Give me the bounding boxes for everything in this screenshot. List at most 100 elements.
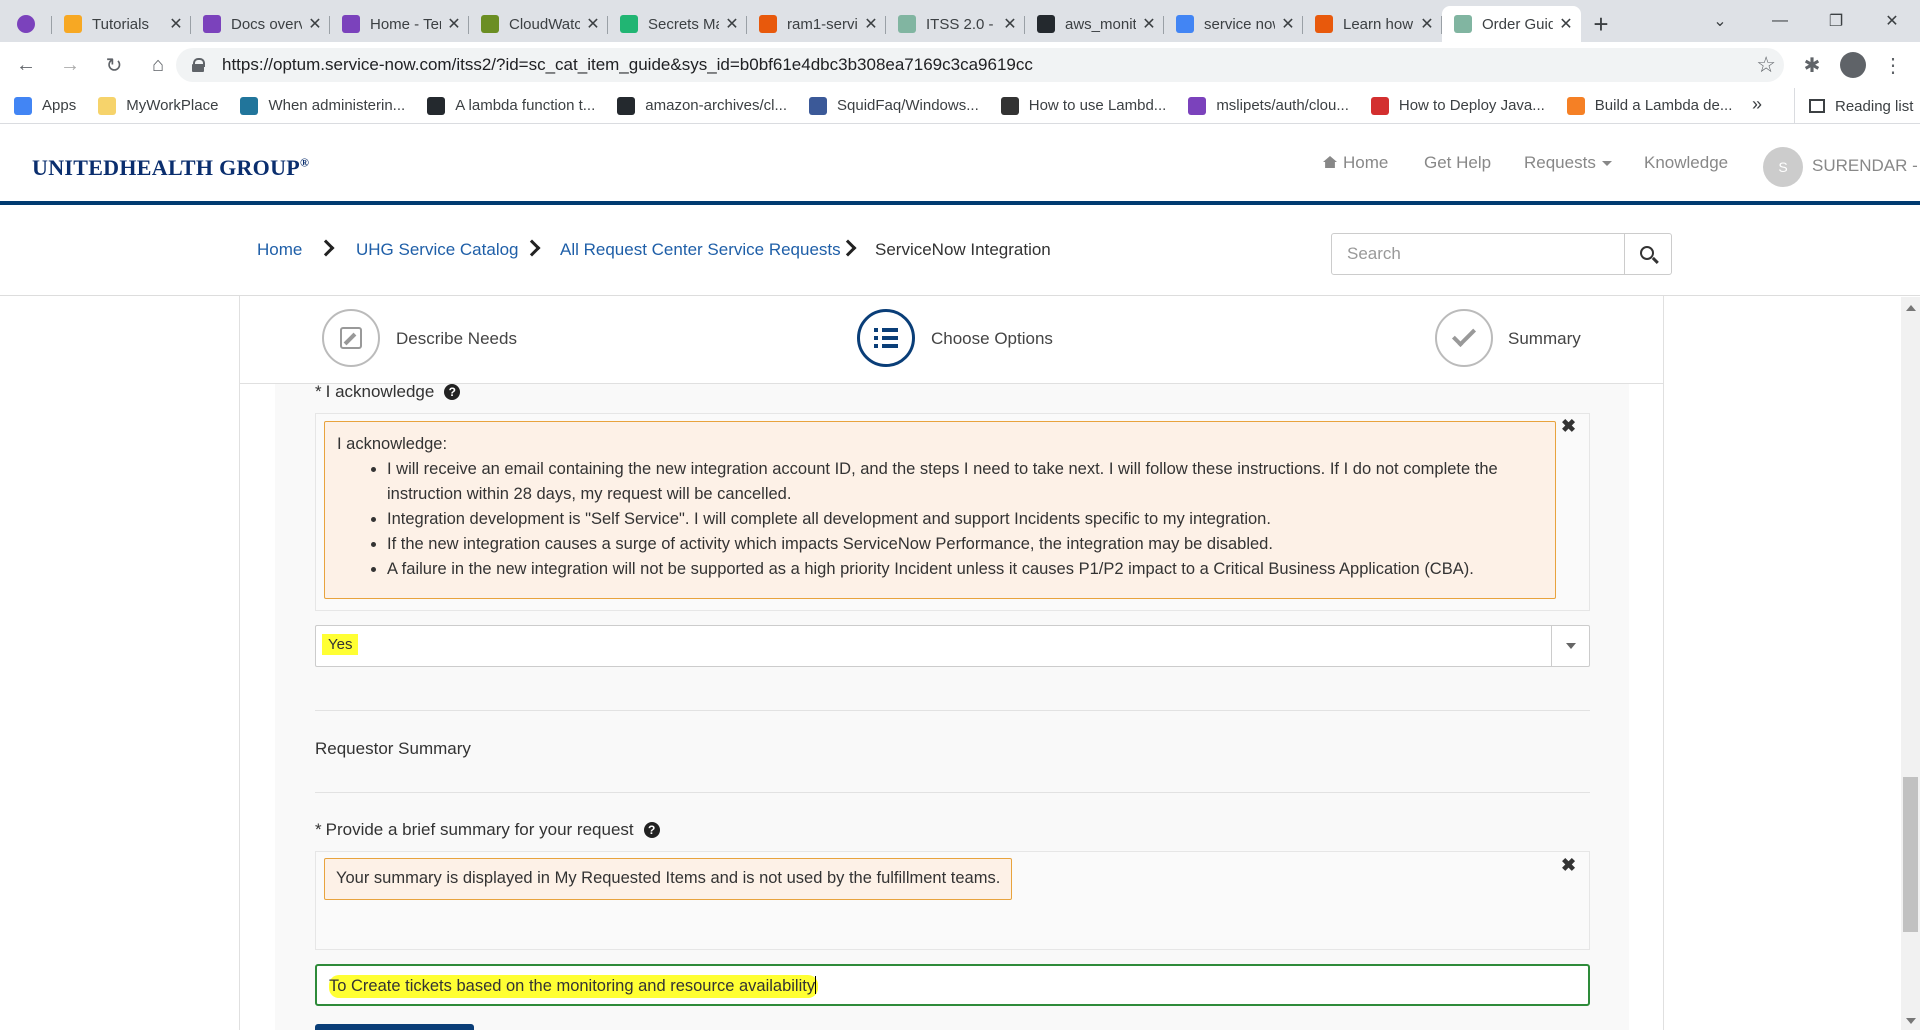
browser-tab[interactable]: service now ✕: [1164, 6, 1303, 42]
scroll-down-arrow-icon[interactable]: [1906, 1018, 1916, 1024]
close-icon[interactable]: ✖: [1561, 855, 1576, 876]
bookmark-item[interactable]: How to use Lambd...: [1000, 92, 1166, 120]
menu-icon[interactable]: ⋮: [1876, 48, 1910, 82]
browser-tab[interactable]: CloudWatch ✕: [469, 6, 608, 42]
bookmark-item[interactable]: MyWorkPlace: [98, 92, 218, 120]
bookmark-item[interactable]: Apps: [14, 92, 76, 120]
help-icon[interactable]: ?: [444, 384, 461, 400]
user-avatar[interactable]: S: [1763, 147, 1803, 187]
address-bar[interactable]: https://optum.service-now.com/itss2/?id=…: [176, 48, 1784, 82]
summary-field-label: * Provide a brief summary for your reques…: [315, 820, 660, 840]
url-text: https://optum.service-now.com/itss2/?id=…: [222, 55, 1033, 74]
next-button[interactable]: [315, 1024, 474, 1030]
close-tab-icon[interactable]: ✕: [447, 14, 461, 34]
search-button[interactable]: [1624, 233, 1672, 275]
divider: [315, 710, 1590, 711]
scrollbar-thumb[interactable]: [1903, 777, 1918, 932]
tab-search-button[interactable]: ⌄: [1692, 0, 1748, 42]
home-button[interactable]: ⌂: [140, 47, 176, 83]
close-tab-icon[interactable]: ✕: [586, 14, 600, 34]
browser-tab[interactable]: ram1-service ✕: [747, 6, 886, 42]
ack-intro: I acknowledge:: [337, 435, 448, 453]
browser-tab[interactable]: Docs overview ✕: [191, 6, 330, 42]
nav-home-label: Home: [1343, 153, 1389, 172]
browser-tab[interactable]: Learn how ✕: [1303, 6, 1442, 42]
chevron-down-icon[interactable]: [1551, 626, 1589, 666]
tab-search-icon[interactable]: [0, 6, 52, 42]
ack-select-value: Yes: [322, 634, 359, 655]
nav-get-help[interactable]: Get Help: [1424, 153, 1491, 173]
page-scrollbar[interactable]: [1901, 297, 1920, 1030]
close-icon[interactable]: ✖: [1561, 416, 1576, 437]
bookmark-favicon-icon: [1566, 96, 1585, 115]
divider: [315, 792, 1590, 793]
tab-title: Home - Terraform: [370, 15, 441, 33]
maximize-button[interactable]: ❐: [1808, 0, 1864, 42]
browser-tab[interactable]: aws_monitoring ✕: [1025, 6, 1164, 42]
forward-button[interactable]: →: [52, 47, 88, 83]
close-tab-icon[interactable]: ✕: [864, 14, 878, 34]
chevron-down-icon: [1601, 161, 1612, 167]
bookmark-star-icon[interactable]: ☆: [1756, 52, 1776, 78]
bookmark-favicon-icon: [809, 96, 827, 115]
tab-favicon-icon: [203, 15, 221, 33]
nav-home[interactable]: Home: [1323, 153, 1388, 173]
browser-tab[interactable]: Order Guide ✕: [1442, 6, 1581, 42]
close-tab-icon[interactable]: ✕: [1003, 14, 1017, 34]
back-button[interactable]: ←: [8, 47, 44, 83]
close-tab-icon[interactable]: ✕: [308, 14, 322, 34]
browser-tab[interactable]: Secrets Manager ✕: [608, 6, 747, 42]
browser-toolbar: ← → ↻ ⌂ https://optum.service-now.com/it…: [0, 42, 1920, 88]
breadcrumb-home[interactable]: Home: [257, 240, 302, 260]
nav-requests[interactable]: Requests: [1524, 153, 1612, 173]
close-tab-icon[interactable]: ✕: [169, 14, 183, 34]
site-logo[interactable]: UNITEDHEALTH GROUP®: [32, 155, 309, 181]
bookmark-item[interactable]: A lambda function t...: [427, 92, 595, 120]
bookmark-label: mslipets/auth/clou...: [1216, 97, 1349, 114]
bookmark-item[interactable]: How to Deploy Java...: [1370, 92, 1545, 120]
bookmark-item[interactable]: amazon-archives/cl...: [617, 92, 787, 120]
nav-knowledge[interactable]: Knowledge: [1644, 153, 1728, 173]
step-choose-options[interactable]: [857, 309, 915, 367]
reading-list-label: Reading list: [1835, 97, 1914, 115]
tab-favicon-icon: [1454, 15, 1472, 33]
close-tab-icon[interactable]: ✕: [725, 14, 739, 34]
more-bookmarks-button[interactable]: »: [1752, 94, 1762, 115]
user-name[interactable]: SURENDAR -: [1812, 156, 1918, 176]
order-guide-steps: Describe Needs Choose Options Summary: [239, 297, 1664, 384]
help-icon[interactable]: ?: [643, 822, 660, 838]
bookmark-favicon-icon: [1188, 96, 1207, 115]
bookmark-item[interactable]: SquidFaq/Windows...: [809, 92, 979, 120]
reading-list-button[interactable]: Reading list: [1794, 88, 1913, 124]
browser-tab[interactable]: Tutorials ✕: [52, 6, 191, 42]
ack-select[interactable]: Yes: [315, 625, 1590, 667]
close-tab-icon[interactable]: ✕: [1420, 14, 1434, 34]
summary-input[interactable]: To Create tickets based on the monitorin…: [315, 964, 1590, 1006]
step-summary-label: Summary: [1508, 329, 1581, 348]
close-tab-icon[interactable]: ✕: [1281, 14, 1295, 34]
close-tab-icon[interactable]: ✕: [1142, 14, 1156, 34]
step-describe-needs[interactable]: [322, 309, 380, 367]
breadcrumb-uhg-service-catalog[interactable]: UHG Service Catalog: [356, 240, 519, 260]
bookmark-label: MyWorkPlace: [126, 97, 219, 114]
summary-text: To Create tickets based on the monitorin…: [329, 977, 816, 995]
new-tab-button[interactable]: +: [1581, 6, 1621, 42]
search-input[interactable]: [1331, 233, 1625, 275]
tab-favicon-icon: [1315, 15, 1333, 33]
browser-tab[interactable]: ITSS 2.0 - Home ✕: [886, 6, 1025, 42]
reload-button[interactable]: ↻: [96, 47, 132, 83]
step-summary[interactable]: [1435, 309, 1493, 367]
close-tab-icon[interactable]: ✕: [1559, 14, 1573, 34]
bookmark-item[interactable]: mslipets/auth/clou...: [1188, 92, 1349, 120]
bookmark-item[interactable]: Build a Lambda de...: [1566, 92, 1732, 120]
chevron-right-icon: [842, 240, 852, 256]
scroll-up-arrow-icon[interactable]: [1906, 305, 1916, 311]
minimize-button[interactable]: —: [1752, 0, 1808, 42]
browser-tab[interactable]: Home - Terraform ✕: [330, 6, 469, 42]
extensions-icon[interactable]: ✱: [1795, 48, 1829, 82]
tab-title: service now: [1204, 15, 1275, 33]
breadcrumb-all-requests[interactable]: All Request Center Service Requests: [560, 240, 841, 260]
profile-button[interactable]: [1836, 48, 1870, 82]
close-window-button[interactable]: ✕: [1864, 0, 1920, 42]
bookmark-item[interactable]: When administerin...: [240, 92, 405, 120]
